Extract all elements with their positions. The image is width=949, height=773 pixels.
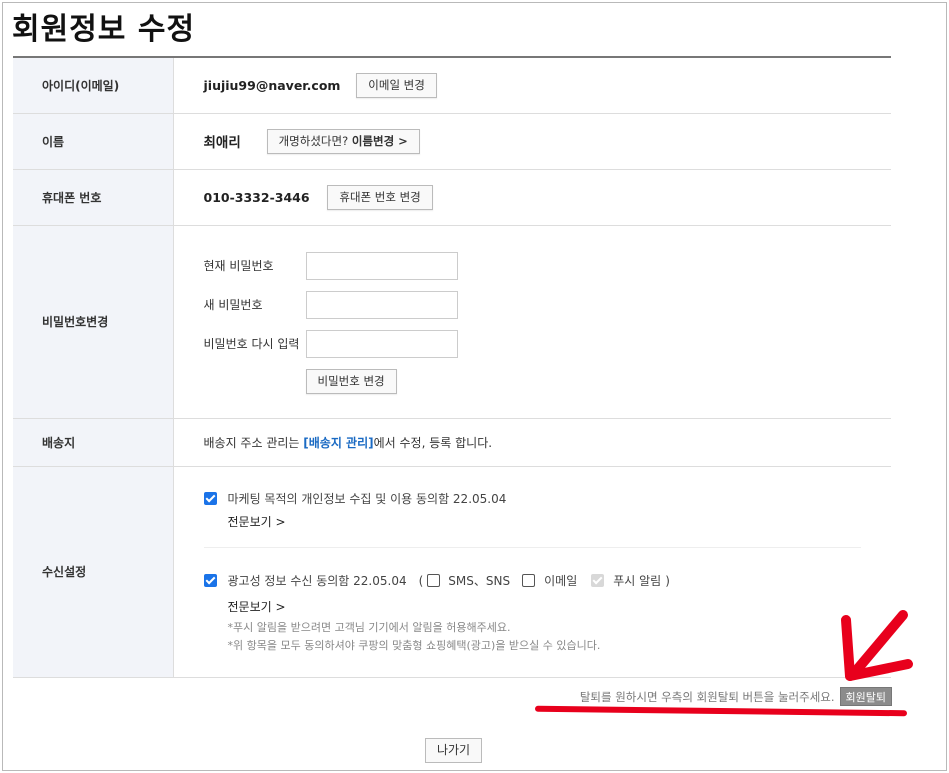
password-row: 비밀번호변경 현재 비밀번호 새 비밀번호 비밀번호 다시 입력 비밀번호 변경 [13, 225, 891, 419]
page-title: 회원정보 수정 [12, 12, 196, 47]
change-password-button[interactable]: 비밀번호 변경 [305, 368, 397, 394]
change-name-prefix: 개명하셨다면? [278, 133, 352, 148]
email-value: jiujiu99@naver.com [203, 77, 341, 93]
confirm-password-label: 비밀번호 다시 입력 [203, 337, 300, 351]
member-info-form: 아이디(이메일) jiujiu99@naver.com 이메일 변경 이름 최애… [13, 56, 891, 678]
change-phone-button[interactable]: 휴대폰 번호 변경 [327, 184, 433, 210]
annotation-arrow-icon [841, 610, 913, 681]
push-label: 푸시 알림 [613, 574, 662, 588]
current-password-label: 현재 비밀번호 [203, 259, 274, 273]
shipping-text-before: 배송지 주소 관리는 [203, 435, 304, 450]
phone-value: 010-3332-3446 [203, 189, 310, 205]
sms-checkbox[interactable] [427, 574, 441, 587]
name-value: 최애리 [203, 135, 241, 151]
withdraw-area: 탈퇴를 원하시면 우측의 회원탈퇴 버튼을 눌러주세요. 회원탈퇴 [580, 687, 892, 706]
phone-label: 휴대폰 번호 [13, 169, 174, 226]
ads-detail-link[interactable]: 전문보기 > [228, 598, 286, 615]
push-note: *푸시 알림을 받으려면 고객님 기기에서 알림을 허용해주세요. [227, 621, 511, 634]
ads-open-paren: ( [418, 573, 424, 588]
new-password-input[interactable] [305, 290, 458, 319]
email-row: 아이디(이메일) jiujiu99@naver.com 이메일 변경 [13, 57, 891, 114]
shipping-label: 배송지 [13, 418, 174, 467]
email-label: 아이디(이메일) [13, 57, 174, 114]
exit-button[interactable]: 나가기 [425, 738, 482, 763]
name-row: 이름 최애리 개명하셨다면? 이름변경 > [13, 113, 891, 170]
change-name-button[interactable]: 개명하셨다면? 이름변경 > [266, 128, 420, 154]
change-email-button[interactable]: 이메일 변경 [356, 72, 437, 98]
ads-consent-checkbox[interactable] [203, 574, 217, 587]
password-label: 비밀번호변경 [13, 225, 174, 419]
marketing-consent-text: 마케팅 목적의 개인정보 수집 및 이용 동의함 22.05.04 [227, 492, 507, 506]
ads-consent-text: 광고성 정보 수신 동의함 22.05.04 [227, 574, 407, 588]
shipping-row: 배송지 배송지 주소 관리는 [배송지 관리]에서 수정, 등록 합니다. [13, 418, 891, 467]
sms-label: SMS、SNS [448, 574, 511, 588]
withdraw-button[interactable]: 회원탈퇴 [839, 687, 892, 706]
email-option-label: 이메일 [544, 574, 578, 588]
current-password-input[interactable] [305, 251, 458, 280]
divider [203, 547, 861, 548]
push-checkbox[interactable] [591, 574, 605, 587]
change-name-bold: 이름변경 > [351, 133, 408, 148]
email-checkbox[interactable] [522, 574, 536, 587]
name-label: 이름 [13, 113, 174, 170]
shipping-text-after: 에서 수정, 등록 합니다. [373, 435, 493, 450]
notifications-label: 수신설정 [13, 466, 174, 678]
phone-row: 휴대폰 번호 010-3332-3446 휴대폰 번호 변경 [13, 169, 891, 226]
new-password-label: 새 비밀번호 [203, 298, 263, 312]
ads-close-paren: ) [665, 573, 670, 588]
ads-note: *위 항목을 모두 동의하셔야 쿠팡의 맞춤형 쇼핑혜택(광고)을 받으실 수 … [227, 639, 601, 652]
withdraw-text: 탈퇴를 원하시면 우측의 회원탈퇴 버튼을 눌러주세요. [579, 689, 835, 704]
shipping-manage-link[interactable]: [배송지 관리] [303, 436, 373, 450]
confirm-password-input[interactable] [305, 329, 458, 358]
notifications-row: 수신설정 마케팅 목적의 개인정보 수집 및 이용 동의함 22.05.04 전… [13, 466, 891, 678]
marketing-detail-link[interactable]: 전문보기 > [228, 513, 286, 530]
marketing-consent-checkbox[interactable] [203, 492, 217, 505]
